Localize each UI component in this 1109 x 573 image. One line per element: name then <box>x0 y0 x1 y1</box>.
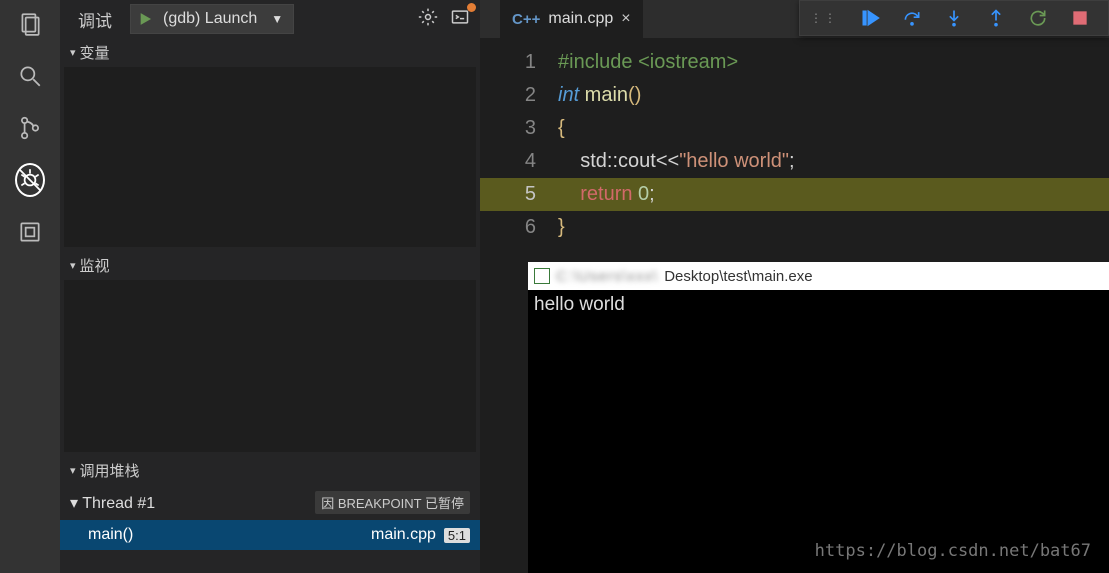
callstack-header[interactable]: ▾ 调用堆栈 <box>60 456 480 485</box>
code-line: 6 } <box>480 211 1109 244</box>
stop-icon[interactable] <box>1070 8 1090 28</box>
terminal-titlebar[interactable]: C:\Users\xxx\ Desktop\test\main.exe <box>528 262 1109 290</box>
line-number: 4 <box>480 145 558 178</box>
debug-title: 调试 <box>68 7 122 32</box>
source-control-icon[interactable] <box>16 114 44 142</box>
debug-sidebar: 调试 (gdb) Launch ▼ ▾变量 ▾监视 ▾调用堆栈 ▾ Thread… <box>60 0 480 573</box>
extensions-icon[interactable] <box>16 218 44 246</box>
line-number: 1 <box>480 46 558 79</box>
chevron-down-icon[interactable]: ▼ <box>267 12 287 26</box>
frame-file: main.cpp <box>371 526 436 544</box>
code-editor[interactable]: 1 #include <iostream> 2 int main() 3 { 4… <box>480 38 1109 244</box>
thread-name: Thread #1 <box>82 495 155 512</box>
step-into-icon[interactable] <box>944 8 964 28</box>
code-line: 3 { <box>480 112 1109 145</box>
watch-section: ▾ 监视 <box>60 251 480 456</box>
explorer-icon[interactable] <box>16 10 44 38</box>
line-number: 5 <box>480 178 558 211</box>
terminal-window: C:\Users\xxx\ Desktop\test\main.exe hell… <box>528 262 1109 573</box>
step-out-icon[interactable] <box>986 8 1006 28</box>
search-icon[interactable] <box>16 62 44 90</box>
code-line: 4 std::cout<<"hello world"; <box>480 145 1109 178</box>
line-number: 3 <box>480 112 558 145</box>
watch-body <box>64 280 476 452</box>
variables-header[interactable]: ▾ 变量 <box>60 38 480 67</box>
debug-toolbar: ⋮⋮ <box>799 0 1109 36</box>
callstack-section: ▾调用堆栈 ▾ Thread #1 因 BREAKPOINT 已暂停 main(… <box>60 456 480 550</box>
cpp-file-icon: C++ <box>512 11 540 28</box>
line-number: 2 <box>480 79 558 112</box>
stack-frame-row[interactable]: main() main.cpp 5:1 <box>60 520 480 550</box>
code-line: 2 int main() <box>480 79 1109 112</box>
watch-label: 监视 <box>80 255 110 276</box>
start-debug-icon[interactable] <box>137 11 153 27</box>
terminal-app-icon <box>534 268 550 284</box>
terminal-title-blurred: C:\Users\xxx\ <box>556 268 658 285</box>
debug-icon[interactable] <box>16 166 44 194</box>
close-tab-icon[interactable]: × <box>621 10 630 28</box>
thread-state-badge: 因 BREAKPOINT 已暂停 <box>315 491 470 514</box>
restart-icon[interactable] <box>1028 8 1048 28</box>
code-line-current: 5 return 0; <box>480 178 1109 211</box>
frame-function: main() <box>88 526 133 544</box>
launch-config-name: (gdb) Launch <box>159 10 261 28</box>
watch-header[interactable]: ▾ 监视 <box>60 251 480 280</box>
tab-main-cpp[interactable]: C++ main.cpp × <box>500 0 643 38</box>
launch-config-select[interactable]: (gdb) Launch ▼ <box>130 4 294 34</box>
settings-gear-icon[interactable] <box>416 5 440 34</box>
code-line: 1 #include <iostream> <box>480 46 1109 79</box>
line-number: 6 <box>480 211 558 244</box>
continue-icon[interactable] <box>860 8 880 28</box>
chevron-down-icon: ▾ <box>70 46 76 59</box>
drag-handle-icon[interactable]: ⋮⋮ <box>810 11 838 25</box>
variables-section: ▾ 变量 <box>60 38 480 251</box>
chevron-down-icon: ▾ <box>70 259 76 272</box>
variables-label: 变量 <box>80 42 110 63</box>
tab-filename: main.cpp <box>548 10 613 28</box>
watermark-text: https://blog.csdn.net/bat67 <box>815 541 1091 561</box>
terminal-output: hello world <box>528 290 1109 320</box>
chevron-down-icon: ▾ <box>70 464 76 477</box>
debug-console-icon[interactable] <box>448 5 472 34</box>
debug-header: 调试 (gdb) Launch ▼ <box>60 0 480 38</box>
chevron-down-icon: ▾ <box>70 495 78 512</box>
frame-position: 5:1 <box>444 528 470 543</box>
variables-body <box>64 67 476 247</box>
thread-row[interactable]: ▾ Thread #1 因 BREAKPOINT 已暂停 <box>60 485 480 520</box>
callstack-label: 调用堆栈 <box>80 460 140 481</box>
terminal-title-path: Desktop\test\main.exe <box>664 268 812 285</box>
step-over-icon[interactable] <box>902 8 922 28</box>
activity-bar <box>0 0 60 573</box>
